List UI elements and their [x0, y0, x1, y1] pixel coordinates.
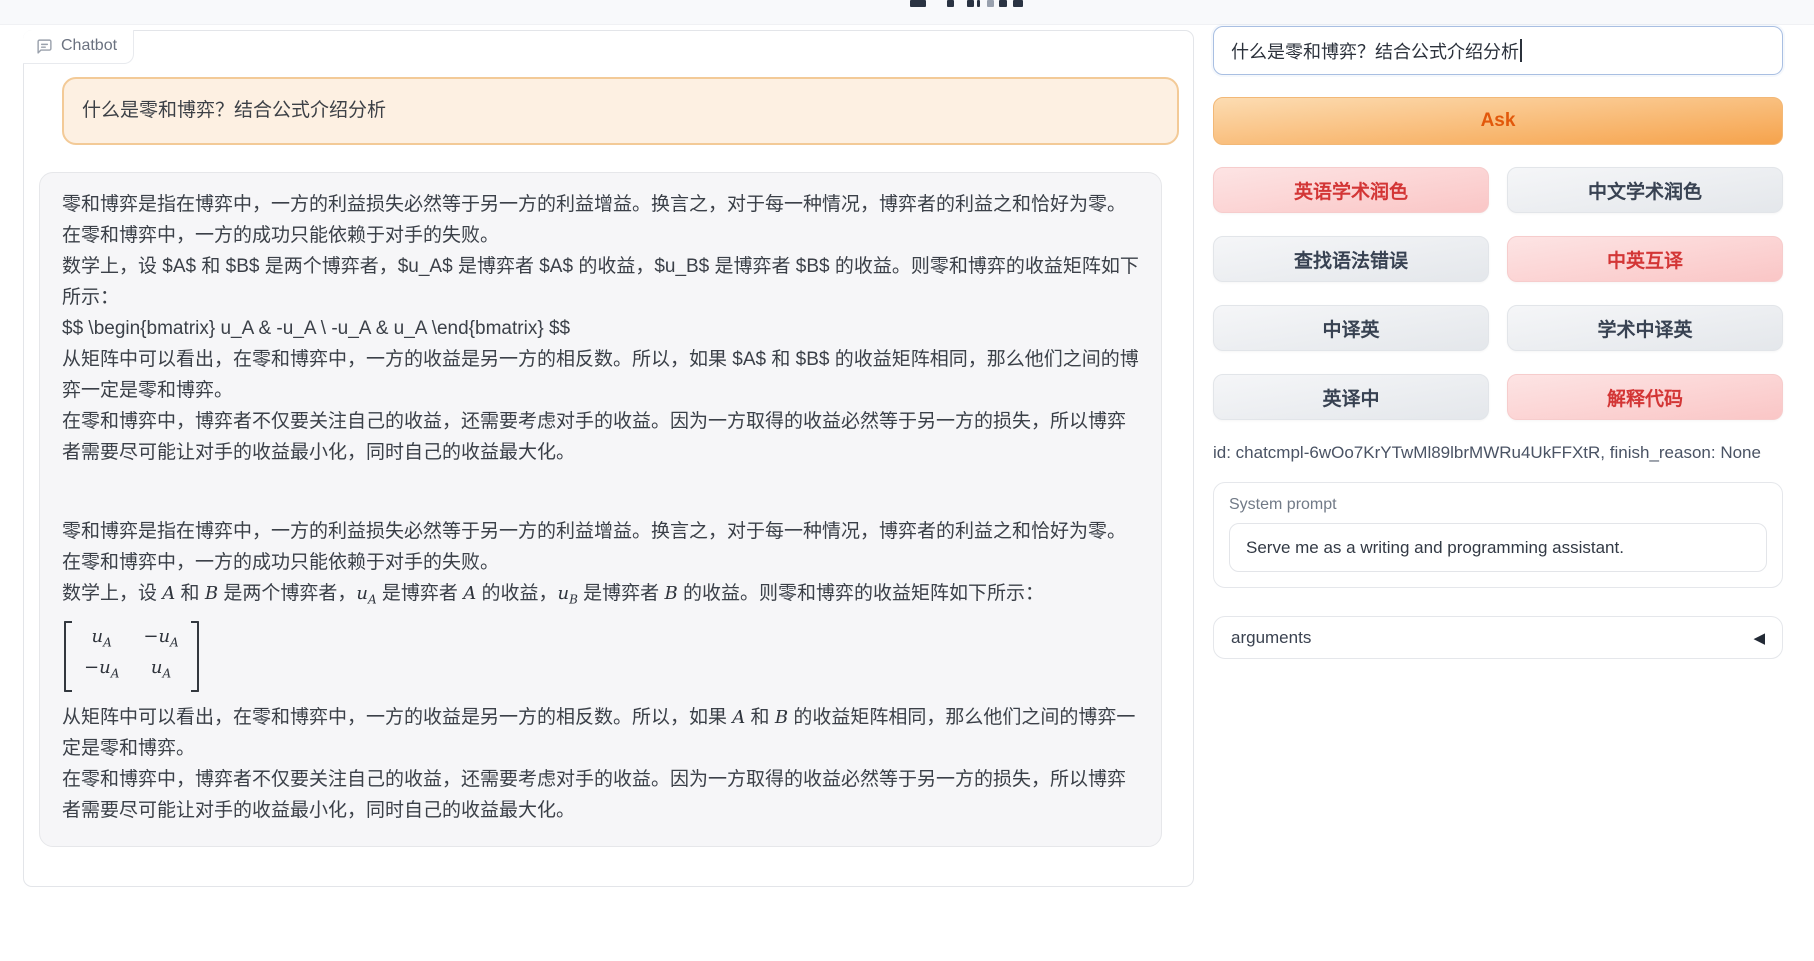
- btn-explain-code[interactable]: 解释代码: [1507, 374, 1783, 420]
- btn-english-academic-polish[interactable]: 英语学术润色: [1213, 167, 1489, 213]
- right-control-column: 什么是零和博弈？结合公式介绍分析 Ask 英语学术润色 中文学术润色 查找语法错…: [1213, 26, 1783, 659]
- bot-paragraph-rendered-4: 从矩阵中可以看出，在零和博弈中，一方的收益是另一方的相反数。所以，如果 A 和 …: [62, 702, 1139, 764]
- btn-en-to-zh[interactable]: 英译中: [1213, 374, 1489, 420]
- bot-paragraph-rendered-1: 零和博弈是指在博弈中，一方的利益损失必然等于另一方的利益增益。换言之，对于每一种…: [62, 516, 1139, 578]
- arguments-accordion-label: arguments: [1231, 628, 1311, 648]
- text-caret: [1520, 39, 1522, 62]
- arguments-accordion[interactable]: arguments ◀: [1213, 616, 1783, 659]
- quick-action-grid: 英语学术润色 中文学术润色 查找语法错误 中英互译 中译英 学术中译英 英译中 …: [1213, 167, 1783, 420]
- matrix-left-bracket: [64, 621, 72, 692]
- bot-message-bubble: 零和博弈是指在博弈中，一方的利益损失必然等于另一方的利益增益。换言之，对于每一种…: [39, 172, 1162, 847]
- rendered-payoff-matrix: uA −uA −uA uA: [64, 621, 199, 692]
- matrix-cell: uA: [143, 655, 178, 687]
- bot-latex-source-line: $$ \begin{bmatrix} u_A & -u_A \ -u_A & u…: [62, 313, 1139, 344]
- math-var: B: [205, 583, 218, 604]
- chat-bubble-icon: [36, 38, 53, 55]
- btn-academic-zh-to-en[interactable]: 学术中译英: [1507, 305, 1783, 351]
- bot-paragraph-raw-2: 数学上，设 $A$ 和 $B$ 是两个博弈者，$u_A$ 是博弈者 $A$ 的收…: [62, 251, 1139, 313]
- matrix-cell: uA: [84, 624, 119, 656]
- clipped-title-fragment: [1013, 0, 1023, 7]
- math-var: B: [664, 583, 677, 604]
- ask-button[interactable]: Ask: [1213, 97, 1783, 145]
- bot-paragraph-raw-1: 零和博弈是指在博弈中，一方的利益损失必然等于另一方的利益增益。换言之，对于每一种…: [62, 189, 1139, 251]
- top-header-strip: [0, 0, 1814, 25]
- system-prompt-input[interactable]: Serve me as a writing and programming as…: [1229, 523, 1767, 572]
- clipped-title-fragment: [910, 0, 926, 7]
- clipped-title-fragment: [987, 0, 994, 7]
- btn-find-grammar-errors[interactable]: 查找语法错误: [1213, 236, 1489, 282]
- clipped-title-fragment: [947, 0, 954, 7]
- matrix-right-bracket: [191, 621, 199, 692]
- accordion-collapse-icon: ◀: [1753, 629, 1765, 647]
- math-var: B: [775, 707, 788, 728]
- bot-paragraph-rendered-5: 在零和博弈中，博弈者不仅要关注自己的收益，还需要考虑对手的收益。因为一方取得的收…: [62, 764, 1139, 826]
- query-input-value: 什么是零和博弈？结合公式介绍分析: [1231, 38, 1519, 64]
- bot-paragraph-raw-4: 从矩阵中可以看出，在零和博弈中，一方的收益是另一方的相反数。所以，如果 $A$ …: [62, 344, 1139, 406]
- clipped-title-fragment: [999, 0, 1007, 7]
- math-var: A: [162, 583, 175, 604]
- math-var: uB: [557, 583, 577, 604]
- chat-message-list[interactable]: 什么是零和博弈？结合公式介绍分析 零和博弈是指在博弈中，一方的利益损失必然等于另…: [24, 31, 1193, 886]
- clipped-title-fragment: [967, 0, 974, 7]
- system-prompt-label: System prompt: [1229, 496, 1767, 514]
- btn-chinese-academic-polish[interactable]: 中文学术润色: [1507, 167, 1783, 213]
- clipped-title-fragment: [977, 0, 980, 7]
- bot-paragraph-rendered-2: 数学上，设 A 和 B 是两个博弈者，uA 是博弈者 A 的收益，uB 是博弈者…: [62, 578, 1139, 616]
- chatbot-panel-label: Chatbot: [23, 30, 134, 64]
- matrix-cell: −uA: [84, 655, 119, 687]
- math-var: A: [732, 707, 745, 728]
- system-prompt-card: System prompt Serve me as a writing and …: [1213, 482, 1783, 588]
- system-prompt-value: Serve me as a writing and programming as…: [1246, 538, 1624, 558]
- query-input[interactable]: 什么是零和博弈？结合公式介绍分析: [1213, 26, 1783, 75]
- response-status-line: id: chatcmpl-6wOo7KrYTwMl89lbrMWRu4UkFFX…: [1213, 443, 1783, 463]
- btn-zh-to-en[interactable]: 中译英: [1213, 305, 1489, 351]
- message-gap: [62, 468, 1139, 516]
- matrix-cell: −uA: [143, 624, 178, 656]
- math-var: A: [463, 583, 476, 604]
- user-message-bubble: 什么是零和博弈？结合公式介绍分析: [62, 77, 1179, 145]
- math-var: uA: [356, 583, 376, 604]
- user-message-text: 什么是零和博弈？结合公式介绍分析: [82, 100, 386, 121]
- chatbot-panel: Chatbot 什么是零和博弈？结合公式介绍分析 零和博弈是指在博弈中，一方的利…: [23, 30, 1194, 887]
- bot-paragraph-raw-5: 在零和博弈中，博弈者不仅要关注自己的收益，还需要考虑对手的收益。因为一方取得的收…: [62, 406, 1139, 468]
- chatbot-panel-label-text: Chatbot: [61, 37, 117, 55]
- btn-zh-en-mutual-translate[interactable]: 中英互译: [1507, 236, 1783, 282]
